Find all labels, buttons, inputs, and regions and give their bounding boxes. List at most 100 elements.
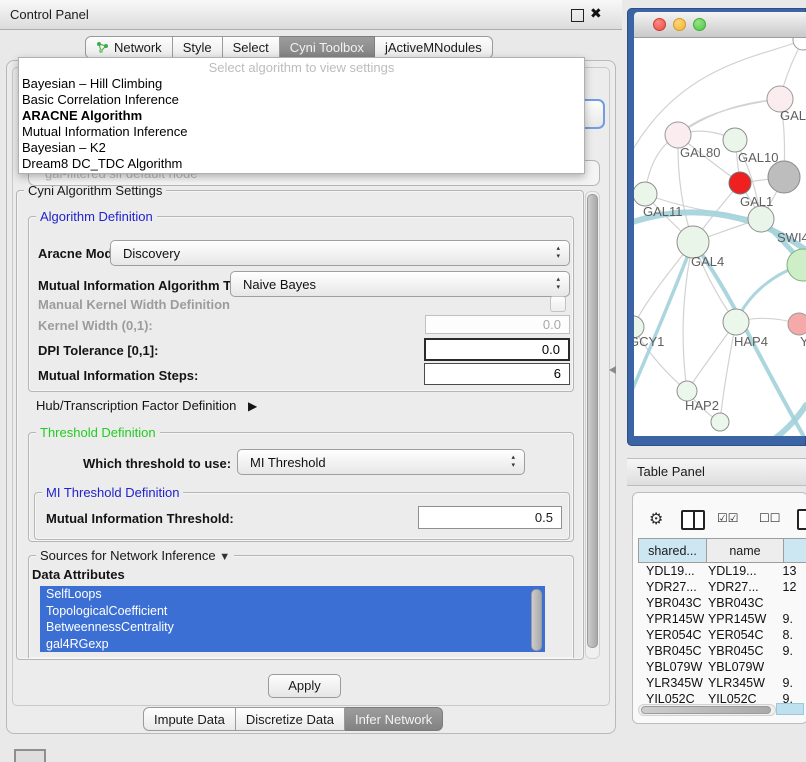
- table-row[interactable]: YDR27...YDR27...12: [638, 579, 806, 595]
- table-row[interactable]: YBR043CYBR043C: [638, 595, 806, 611]
- algorithm-dropdown-popup: Select algorithm to view settings Bayesi…: [18, 57, 585, 174]
- table-row[interactable]: YIL052CYIL052C9.: [638, 691, 806, 703]
- column-header[interactable]: shared...: [638, 538, 707, 563]
- tab-label: Discretize Data: [246, 712, 334, 727]
- settings-scrollbar-track[interactable]: [585, 191, 600, 659]
- attribute-list-item[interactable]: BetweennessCentrality: [40, 619, 545, 636]
- network-node[interactable]: [729, 172, 751, 194]
- tab-style[interactable]: Style: [173, 36, 223, 59]
- table-cell: YER054C: [638, 627, 704, 643]
- float-window-icon[interactable]: [571, 9, 584, 22]
- tab-discretize-data[interactable]: Discretize Data: [236, 707, 345, 731]
- tab-network[interactable]: Network: [85, 36, 173, 59]
- cyni-mode-tabs: Impute Data Discretize Data Infer Network: [143, 707, 443, 731]
- table-hscrollbar-thumb[interactable]: [641, 706, 771, 714]
- network-node[interactable]: [787, 249, 806, 281]
- zoom-traffic-light[interactable]: [693, 18, 706, 31]
- algorithm-option[interactable]: Bayesian – Hill Climbing: [19, 76, 584, 92]
- table-row[interactable]: YDL19...YDL19...13: [638, 563, 806, 579]
- which-threshold-select[interactable]: MI Threshold ▴▾: [237, 449, 525, 475]
- tab-label: Infer Network: [355, 712, 432, 727]
- table-cell: YER054C: [704, 627, 779, 643]
- apply-button[interactable]: Apply: [268, 674, 341, 698]
- network-node[interactable]: [723, 309, 749, 335]
- minimize-traffic-light[interactable]: [673, 18, 686, 31]
- table-row[interactable]: YER054CYER054C8.: [638, 627, 806, 643]
- tab-select[interactable]: Select: [223, 36, 280, 59]
- algorithm-option[interactable]: Bayesian – K2: [19, 140, 584, 156]
- tab-label: Impute Data: [154, 712, 225, 727]
- table-cell: 9.: [779, 675, 806, 691]
- algorithm-option[interactable]: Dream8 DC_TDC Algorithm: [19, 156, 584, 172]
- attributes-scrollbar-thumb[interactable]: [531, 589, 542, 651]
- algorithm-option[interactable]: ARACNE Algorithm: [19, 108, 584, 124]
- mi-algorithm-type-select[interactable]: Naive Bayes ▴▾: [230, 271, 570, 297]
- algorithm-list: Bayesian – Hill ClimbingBasic Correlatio…: [19, 76, 584, 172]
- attribute-list-item[interactable]: TopologicalCoefficient: [40, 603, 545, 620]
- tab-cyni-toolbox[interactable]: Cyni Toolbox: [280, 36, 375, 59]
- tab-jactivemnodules[interactable]: jActiveMNodules: [375, 36, 493, 59]
- network-node[interactable]: [788, 313, 806, 335]
- network-node[interactable]: [793, 38, 806, 50]
- column-header[interactable]: [784, 538, 806, 563]
- table-cell: YDR27...: [638, 579, 704, 595]
- algorithm-option[interactable]: Mutual Information Inference: [19, 124, 584, 140]
- tab-infer-network[interactable]: Infer Network: [345, 707, 443, 731]
- kernel-width-label: Kernel Width (0,1):: [38, 318, 153, 333]
- aracne-mode-select[interactable]: Discovery ▴▾: [110, 240, 570, 266]
- mi-steps-field[interactable]: 6: [424, 363, 570, 385]
- network-node[interactable]: [723, 128, 747, 152]
- document-icon[interactable]: [797, 509, 806, 530]
- hub-definition-expander[interactable]: Hub/Transcription Factor Definition ▶: [36, 398, 257, 413]
- panel-title: Control Panel: [10, 7, 89, 22]
- column-header[interactable]: name: [707, 538, 784, 563]
- table-cell: YDL19...: [704, 563, 779, 579]
- dpi-tolerance-field[interactable]: 0.0: [424, 338, 570, 361]
- sources-collapse-header[interactable]: Sources for Network Inference ▼: [36, 548, 234, 563]
- column-view-icon[interactable]: [681, 510, 705, 530]
- algorithm-option[interactable]: Basic Correlation Inference: [19, 92, 584, 108]
- mi-threshold-definition-title: MI Threshold Definition: [42, 485, 183, 500]
- table-cell: 9.: [779, 643, 806, 659]
- close-icon[interactable]: ✖: [590, 5, 602, 22]
- manual-kernel-checkbox[interactable]: [550, 296, 566, 312]
- table-row[interactable]: YPR145WYPR145W9.: [638, 611, 806, 627]
- table-cell: YBR045C: [704, 643, 779, 659]
- network-window-titlebar[interactable]: [634, 12, 806, 38]
- tab-impute-data[interactable]: Impute Data: [143, 707, 236, 731]
- table-cell: YDL19...: [638, 563, 704, 579]
- data-attributes-label: Data Attributes: [32, 567, 125, 582]
- node-label: GAL11: [643, 204, 683, 219]
- attribute-list-item[interactable]: gal4RGexp: [40, 636, 545, 653]
- table-cell: [779, 595, 806, 611]
- kernel-width-field[interactable]: 0.0: [425, 315, 570, 334]
- table-cell: YBR043C: [704, 595, 779, 611]
- table-row[interactable]: YLR345WYLR345W9.: [638, 675, 806, 691]
- select-all-checks-icon[interactable]: ☑☑: [717, 511, 739, 525]
- network-node[interactable]: [768, 161, 800, 193]
- mi-threshold-field[interactable]: 0.5: [418, 506, 562, 529]
- close-traffic-light[interactable]: [653, 18, 666, 31]
- tab-label: Cyni Toolbox: [290, 40, 364, 55]
- gear-icon[interactable]: ⚙: [649, 509, 663, 529]
- table-row[interactable]: YBR045CYBR045C9.: [638, 643, 806, 659]
- settings-scrollbar-thumb[interactable]: [587, 194, 598, 648]
- tab-label: jActiveMNodules: [385, 40, 482, 55]
- deselect-all-checks-icon[interactable]: ☐☐: [759, 511, 781, 525]
- algorithm-definition-title: Algorithm Definition: [36, 209, 157, 224]
- network-node[interactable]: [711, 413, 729, 431]
- table-hscrollbar-track[interactable]: [638, 704, 776, 716]
- node-label: SWI4: [777, 230, 806, 245]
- table-panel-titlebar: Table Panel: [627, 458, 806, 486]
- table-panel-box: ⚙ ☑☑ ☐☐ shared...name YDL19...YDL19...13…: [632, 492, 806, 724]
- attribute-list-item[interactable]: SelfLoops: [40, 586, 545, 603]
- table-cell: 12: [779, 579, 806, 595]
- network-canvas[interactable]: GAL80GAL10GAL1GAL11SWI4GAL4GCY1HAP4YHAP2…: [634, 38, 806, 436]
- network-node[interactable]: [634, 182, 657, 206]
- network-node[interactable]: [748, 206, 774, 232]
- floating-panel-fragment: [14, 749, 46, 762]
- table-row[interactable]: YBL079WYBL079W: [638, 659, 806, 675]
- table-cell: 9.: [779, 611, 806, 627]
- dropdown-hint: Select algorithm to view settings: [19, 58, 584, 76]
- table-cell: 13: [779, 563, 806, 579]
